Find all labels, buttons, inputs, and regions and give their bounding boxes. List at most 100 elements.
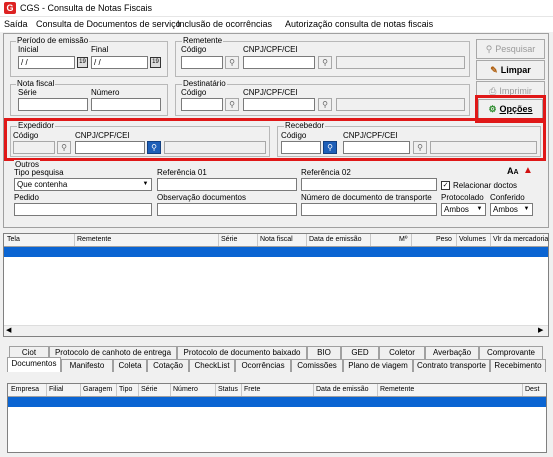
column-header[interactable]: Peso bbox=[436, 236, 452, 243]
font-size-icon[interactable]: AA bbox=[507, 166, 519, 176]
documentos-grid[interactable]: Empresa Filial Garagem Tipo Série Número… bbox=[7, 383, 547, 453]
menu-inclusao-ocorrencias[interactable]: Inclusão de ocorrências bbox=[177, 19, 272, 29]
column-header[interactable]: Filial bbox=[49, 386, 63, 393]
referencia-02-input[interactable] bbox=[301, 178, 437, 191]
binoculars-icon[interactable]: ⚲ bbox=[225, 98, 239, 111]
numero-label: Número bbox=[91, 88, 120, 97]
tab-contrato-transporte[interactable]: Contrato transporte bbox=[413, 359, 490, 372]
numero-doc-transporte-input[interactable] bbox=[301, 203, 437, 216]
column-header[interactable]: Garagem bbox=[83, 386, 112, 393]
column-header[interactable]: Empresa bbox=[11, 386, 39, 393]
column-header[interactable]: Tela bbox=[7, 236, 20, 243]
chevron-down-icon: ▼ bbox=[142, 181, 149, 187]
tab-comissoes[interactable]: Comissões bbox=[291, 359, 343, 372]
tab-coleta[interactable]: Coleta bbox=[113, 359, 147, 372]
nota-fiscal-legend: Nota fiscal bbox=[16, 79, 56, 88]
menu-autorizacao[interactable]: Autorização consulta de notas fiscais bbox=[285, 19, 433, 29]
binoculars-icon[interactable]: ⚲ bbox=[318, 98, 332, 111]
column-header[interactable]: Data de emissão bbox=[309, 236, 362, 243]
grid-header: Tela Remetente Série Nota fiscal Data de… bbox=[4, 234, 548, 247]
pesquisar-button[interactable]: ⚲ Pesquisar bbox=[476, 39, 545, 59]
menu-saida[interactable]: Saída bbox=[4, 19, 28, 29]
binoculars-icon[interactable]: ⚲ bbox=[225, 56, 239, 69]
referencia-01-input[interactable] bbox=[157, 178, 297, 191]
remetente-cnpj-label: CNPJ/CPF/CEI bbox=[243, 45, 298, 54]
tab-plano-viagem[interactable]: Plano de viagem bbox=[343, 359, 413, 372]
notas-grid[interactable]: Tela Remetente Série Nota fiscal Data de… bbox=[3, 233, 549, 337]
window-title: CGS - Consulta de Notas Fiscais bbox=[20, 3, 153, 13]
conferido-select[interactable]: Ambos ▼ bbox=[490, 203, 533, 216]
periodo-legend: Período de emissão bbox=[16, 36, 90, 45]
data-inicial-input[interactable]: / / bbox=[18, 56, 75, 69]
column-header[interactable]: Data de emissão bbox=[316, 386, 369, 393]
arrow-up-icon[interactable]: ▲ bbox=[523, 165, 533, 176]
serie-input[interactable] bbox=[18, 98, 88, 111]
recebedor-cnpj-label: CNPJ/CPF/CEI bbox=[343, 131, 398, 140]
column-header[interactable]: Remetente bbox=[380, 386, 414, 393]
remetente-cnpj-input[interactable] bbox=[243, 56, 315, 69]
limpar-label: Limpar bbox=[500, 65, 531, 75]
destinatario-codigo-input[interactable] bbox=[181, 98, 223, 111]
opcoes-button[interactable]: ⚙ Opções bbox=[478, 99, 543, 119]
column-header[interactable]: Tipo bbox=[119, 386, 132, 393]
column-header[interactable]: Série bbox=[221, 236, 237, 243]
calendar-icon[interactable]: 19 bbox=[150, 57, 161, 68]
limpar-button[interactable]: ✎ Limpar bbox=[476, 60, 545, 80]
column-header[interactable]: Remetente bbox=[77, 236, 111, 243]
binoculars-icon[interactable]: ⚲ bbox=[413, 141, 427, 154]
tab-documentos[interactable]: Documentos bbox=[7, 357, 61, 372]
protocolado-value: Ambos bbox=[444, 205, 469, 214]
protocolado-select[interactable]: Ambos ▼ bbox=[441, 203, 486, 216]
horizontal-scrollbar[interactable]: ◀ ▶ bbox=[4, 325, 548, 336]
menu-consulta-documentos[interactable]: Consulta de Documentos de serviço bbox=[36, 19, 181, 29]
scroll-left-icon[interactable]: ◀ bbox=[6, 326, 11, 334]
menu-bar: Saída Consulta de Documentos de serviço … bbox=[0, 17, 553, 32]
destinatario-nome-display bbox=[336, 98, 465, 111]
column-header[interactable]: Volumes bbox=[459, 236, 486, 243]
remetente-codigo-input[interactable] bbox=[181, 56, 223, 69]
binoculars-icon[interactable]: ⚲ bbox=[57, 141, 71, 154]
recebedor-codigo-input[interactable] bbox=[281, 141, 321, 154]
tab-recebimento[interactable]: Recebimento bbox=[490, 359, 546, 372]
options-icon: ⚙ bbox=[488, 104, 497, 114]
column-header[interactable]: Mº bbox=[399, 236, 407, 243]
tab-cotacao[interactable]: Cotação bbox=[147, 359, 189, 372]
relacionar-doctos-label: Relacionar doctos bbox=[453, 181, 518, 190]
inicial-label: Inicial bbox=[18, 45, 39, 54]
table-row[interactable] bbox=[4, 247, 548, 257]
expedidor-cnpj-label: CNPJ/CPF/CEI bbox=[75, 131, 130, 140]
recebedor-codigo-label: Código bbox=[281, 131, 307, 140]
relacionar-doctos-checkbox[interactable]: ✓ bbox=[441, 181, 450, 190]
calendar-icon[interactable]: 19 bbox=[77, 57, 88, 68]
column-header[interactable]: Série bbox=[141, 386, 157, 393]
recebedor-legend: Recebedor bbox=[284, 121, 326, 130]
expedidor-cnpj-input[interactable] bbox=[75, 141, 145, 154]
expedidor-codigo-input[interactable] bbox=[13, 141, 55, 154]
column-header[interactable]: Status bbox=[218, 386, 238, 393]
scroll-right-icon[interactable]: ▶ bbox=[538, 326, 543, 334]
binoculars-icon[interactable]: ⚲ bbox=[323, 141, 337, 154]
observacao-label: Observação documentos bbox=[157, 193, 246, 202]
column-header[interactable]: Vlr da mercadoria bbox=[493, 236, 548, 243]
column-header[interactable]: Dest bbox=[525, 386, 539, 393]
tab-manifesto[interactable]: Manifesto bbox=[61, 359, 113, 372]
remetente-legend: Remetente bbox=[182, 36, 224, 45]
numero-input[interactable] bbox=[91, 98, 161, 111]
expedidor-codigo-label: Código bbox=[13, 131, 39, 140]
binoculars-icon[interactable]: ⚲ bbox=[147, 141, 161, 154]
title-bar: G CGS - Consulta de Notas Fiscais bbox=[0, 0, 553, 17]
tab-ocorrencias[interactable]: Ocorrências bbox=[235, 359, 291, 372]
column-header[interactable]: Frete bbox=[244, 386, 260, 393]
tab-checklist[interactable]: CheckList bbox=[189, 359, 235, 372]
destinatario-cnpj-input[interactable] bbox=[243, 98, 315, 111]
table-row[interactable] bbox=[8, 397, 546, 407]
recebedor-cnpj-input[interactable] bbox=[343, 141, 410, 154]
column-header[interactable]: Número bbox=[173, 386, 198, 393]
data-final-input[interactable]: / / bbox=[91, 56, 148, 69]
column-header[interactable]: Nota fiscal bbox=[260, 236, 293, 243]
remetente-nome-display bbox=[336, 56, 465, 69]
observacao-input[interactable] bbox=[157, 203, 297, 216]
binoculars-icon[interactable]: ⚲ bbox=[318, 56, 332, 69]
pedido-input[interactable] bbox=[14, 203, 152, 216]
tipo-pesquisa-select[interactable]: Que contenha ▼ bbox=[14, 178, 152, 191]
